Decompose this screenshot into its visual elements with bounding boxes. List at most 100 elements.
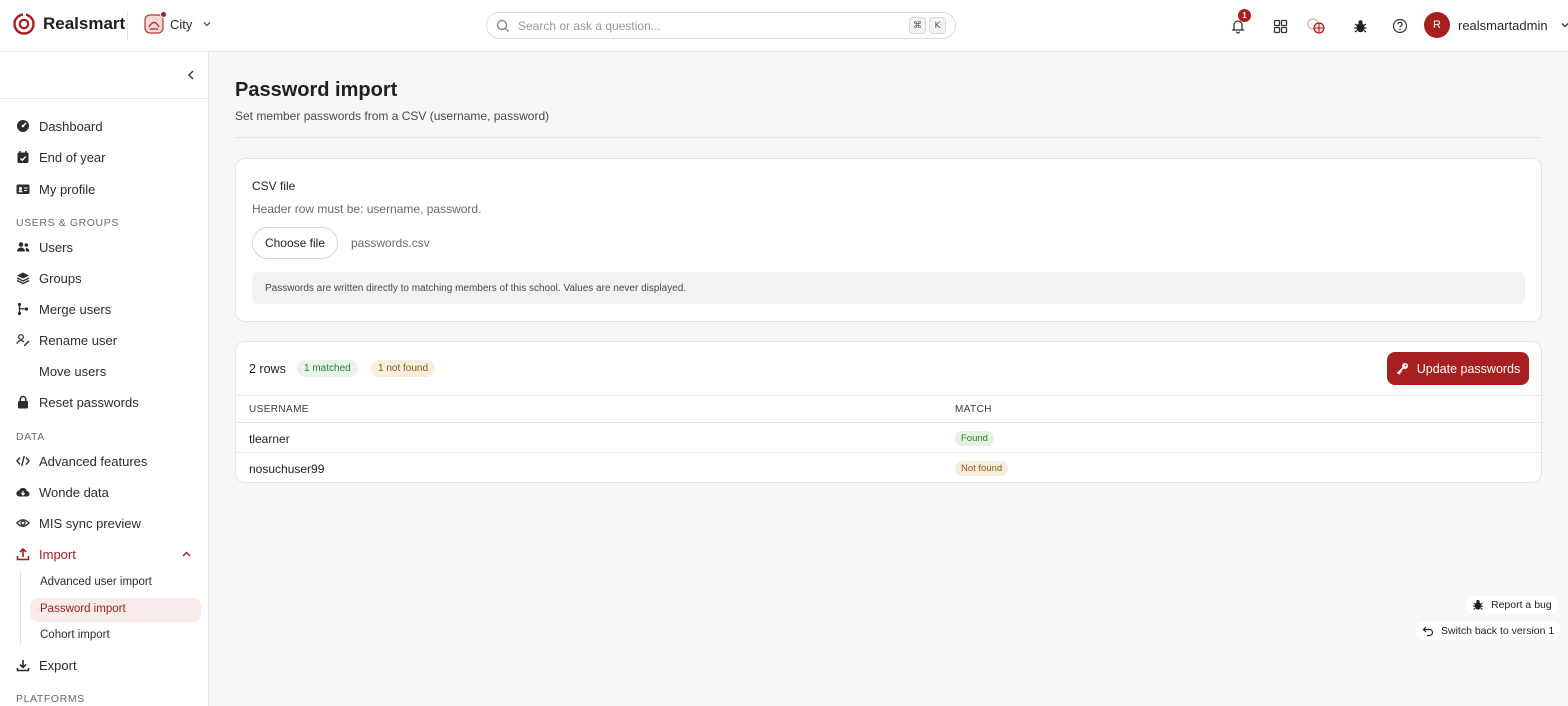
sidebar-item-label: Export (39, 657, 77, 673)
sidebar-item-dashboard[interactable]: Dashboard (16, 116, 103, 136)
apps-grid-icon (1273, 19, 1287, 33)
sidebar-subitem-password-import[interactable]: Password import (40, 603, 126, 615)
sidebar-item-advanced-features[interactable]: Advanced features (16, 451, 147, 471)
users-icon (17, 242, 30, 252)
chevron-down-icon (203, 22, 211, 27)
username-cell: tlearner (249, 432, 290, 446)
report-bug-topbar-button[interactable] (1350, 16, 1370, 36)
sidebar-item-label: Users (39, 239, 73, 255)
sidebar-item-label: Reset passwords (39, 394, 139, 410)
sidebar: Dashboard End of year My profile USERS &… (0, 52, 209, 706)
chevron-up-icon[interactable] (181, 549, 192, 560)
sidebar-item-import[interactable]: Import (16, 544, 76, 564)
bug-icon (1473, 599, 1483, 610)
csv-help-text: Header row must be: username, password. (252, 202, 482, 216)
help-button[interactable] (1390, 16, 1410, 36)
sidebar-item-label: MIS sync preview (39, 515, 141, 531)
calendar-check-icon (17, 151, 29, 163)
sidebar-item-export[interactable]: Export (16, 655, 77, 675)
shortcut-cmd-key: ⌘ (909, 17, 926, 34)
sidebar-item-label: End of year (39, 149, 106, 165)
sidebar-item-wonde-data[interactable]: Wonde data (16, 482, 109, 502)
username: realsmartadmin (1458, 17, 1548, 33)
column-header-username: USERNAME (249, 404, 309, 415)
update-passwords-label: Update passwords (1416, 361, 1521, 376)
layers-icon (16, 272, 30, 285)
search-input[interactable] (518, 18, 906, 33)
table-row: tlearner Found (236, 423, 1541, 453)
update-passwords-button[interactable]: Update passwords (1387, 352, 1529, 385)
info-note: Passwords are written directly to matchi… (252, 272, 1525, 304)
sidebar-item-reset-passwords[interactable]: Reset passwords (16, 392, 139, 412)
table-header: USERNAME MATCH (236, 395, 1541, 423)
school-switcher[interactable]: City (144, 11, 212, 34)
sidebar-item-label: Import (39, 546, 76, 562)
download-icon (16, 660, 30, 672)
page-subtitle: Set member passwords from a CSV (usernam… (235, 109, 550, 123)
not-found-count-badge: 1 not found (371, 360, 436, 377)
match-status-badge: Found (955, 431, 994, 446)
undo-arrow-icon (1422, 626, 1434, 637)
lock-icon (18, 395, 28, 409)
top-bar: Realsmart City ⌘ K 1 R (0, 0, 1568, 52)
shortcut-k-key: K (929, 17, 946, 34)
apps-button[interactable] (1270, 16, 1290, 36)
sidebar-subitem-advanced-user-import[interactable]: Advanced user import (40, 576, 152, 588)
choose-file-button[interactable]: Choose file (252, 227, 338, 259)
brand-name: Realsmart (43, 14, 126, 33)
match-status-badge: Not found (955, 461, 1009, 476)
dashboard-icon (17, 120, 29, 132)
sidebar-item-my-profile[interactable]: My profile (16, 179, 95, 199)
sidebar-item-label: Groups (39, 270, 82, 286)
eye-icon (16, 519, 30, 527)
rows-count: 2 rows (249, 362, 286, 376)
realsmart-logo-icon (13, 13, 35, 35)
upload-icon (16, 547, 30, 561)
brand[interactable]: Realsmart (13, 13, 125, 35)
report-bug-button[interactable]: Report a bug (1466, 596, 1558, 614)
search-bar[interactable]: ⌘ K (486, 12, 956, 39)
sidebar-item-end-of-year[interactable]: End of year (16, 147, 106, 167)
sidebar-item-label: Advanced features (39, 453, 148, 469)
collapse-sidebar-icon[interactable] (185, 69, 197, 81)
bug-icon (1354, 19, 1366, 33)
divider (0, 98, 208, 99)
csv-file-label: CSV file (252, 179, 296, 193)
user-menu[interactable]: R realsmartadmin (1424, 12, 1568, 38)
sidebar-item-mis-sync-preview[interactable]: MIS sync preview (16, 513, 141, 533)
sidebar-item-label: Move users (39, 363, 107, 379)
sidebar-item-label: Dashboard (39, 118, 103, 134)
sidebar-subitem-cohort-import[interactable]: Cohort import (40, 629, 110, 641)
mis-sync-button[interactable] (1306, 16, 1326, 36)
merge-icon (17, 302, 29, 316)
sidebar-item-label: Wonde data (39, 484, 109, 500)
notifications-button[interactable]: 1 (1228, 9, 1251, 36)
report-bug-label: Report a bug (1491, 599, 1552, 611)
username-cell: nosuchuser99 (249, 462, 325, 476)
id-card-icon (16, 184, 30, 194)
school-logo-icon (144, 11, 167, 34)
avatar: R (1424, 12, 1450, 38)
sidebar-item-label: My profile (39, 181, 96, 197)
info-note-text: Passwords are written directly to matchi… (265, 282, 687, 294)
sidebar-item-users[interactable]: Users (16, 237, 73, 257)
sidebar-item-merge-users[interactable]: Merge users (16, 299, 111, 319)
notification-count-badge: 1 (1238, 9, 1251, 22)
results-card: 2 rows 1 matched 1 not found Update pass… (235, 341, 1542, 483)
network-globe-icon (1307, 18, 1325, 34)
school-status-dot (160, 11, 167, 18)
code-icon (16, 455, 30, 467)
switch-version-button[interactable]: Switch back to version 1 (1416, 622, 1561, 640)
matched-count-badge: 1 matched (297, 360, 358, 377)
sidebar-item-groups[interactable]: Groups (16, 268, 82, 288)
sidebar-item-rename-user[interactable]: Rename user (16, 330, 117, 350)
divider (127, 12, 128, 40)
csv-upload-card: CSV file Header row must be: username, p… (235, 158, 1542, 322)
section-heading-users-groups: USERS & GROUPS (16, 217, 119, 229)
chevron-down-icon (1561, 23, 1568, 28)
switch-version-label: Switch back to version 1 (1441, 625, 1555, 637)
selected-file-name: passwords.csv (351, 236, 430, 250)
page-title: Password import (235, 79, 398, 101)
column-header-match: MATCH (955, 404, 992, 415)
sidebar-item-move-users[interactable]: Move users (16, 361, 106, 381)
